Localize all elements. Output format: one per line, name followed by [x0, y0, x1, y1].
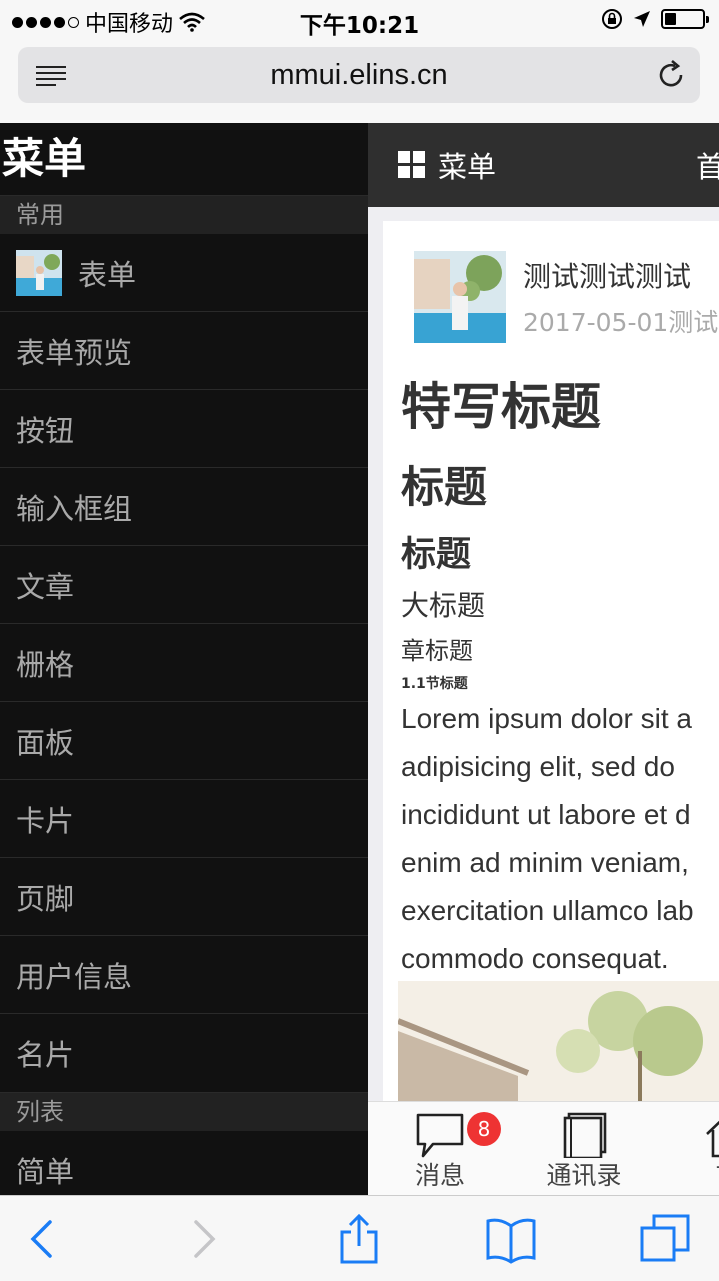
chat-bubble-icon: [416, 1113, 464, 1158]
article-photo: [398, 981, 719, 1101]
status-bar: 中国移动 下午10:21: [0, 0, 719, 40]
group-header-common: 常用: [0, 195, 368, 234]
menu-item-label: 名片: [16, 1038, 75, 1072]
menu-item-label: 简单: [16, 1154, 75, 1189]
author-name: 测试测试测试: [523, 260, 692, 293]
top-nav-bar: 菜单 首: [368, 123, 719, 207]
menu-item-label: 表单: [78, 257, 137, 292]
menu-item-form-preview[interactable]: 表单预览: [0, 312, 368, 390]
menu-item-label: 表单预览: [16, 335, 133, 370]
menu-item-simple[interactable]: 简单: [0, 1131, 368, 1195]
author-avatar-image: [414, 251, 506, 343]
menu-item-label: 输入框组: [16, 491, 133, 526]
menu-item-business-card[interactable]: 名片: [0, 1014, 368, 1092]
rotation-lock-icon: [602, 9, 622, 29]
tab-messages[interactable]: 消息 8: [380, 1102, 501, 1195]
feature-heading: 特写标题: [401, 378, 601, 436]
menu-item-label: 按钮: [16, 413, 75, 448]
heading-4: 章标题: [401, 637, 473, 665]
tab-label: 通讯录: [546, 1161, 622, 1190]
status-icons: [601, 8, 709, 30]
sidebar-title: 菜单: [2, 134, 87, 183]
menu-item-footer[interactable]: 页脚: [0, 858, 368, 936]
heading-2: 标题: [401, 535, 472, 575]
article-card: 测试测试测试 2017-05-01测试 特写标题 标题 标题 大标题 章标题 1…: [383, 221, 719, 1101]
heading-3: 大标题: [401, 589, 486, 622]
bottom-tab-bar: 消息 8 通讯录 首: [368, 1101, 719, 1195]
unread-badge: 8: [467, 1112, 501, 1146]
menu-item-user-info[interactable]: 用户信息: [0, 936, 368, 1014]
menu-item-article[interactable]: 文章: [0, 546, 368, 624]
menu-item-label: 用户信息: [16, 959, 133, 994]
group-header-list: 列表: [0, 1092, 368, 1131]
tabs-icon[interactable]: [640, 1214, 690, 1264]
menu-item-label: 文章: [16, 569, 75, 604]
grid-menu-icon[interactable]: [398, 151, 426, 179]
tab-contacts[interactable]: 通讯录: [524, 1102, 644, 1195]
back-icon[interactable]: [18, 1214, 68, 1264]
tab-label: 消息: [414, 1161, 465, 1190]
menu-item-label: 栅格: [16, 647, 75, 682]
menu-item-label: 面板: [16, 725, 75, 760]
reload-icon[interactable]: [656, 60, 686, 90]
home-title: 首: [696, 150, 719, 184]
menu-item-label: 卡片: [16, 803, 75, 838]
tab-home[interactable]: 首: [668, 1102, 719, 1195]
browser-toolbar: [0, 1195, 719, 1281]
form-thumbnail-image: [16, 249, 62, 296]
address-book-icon: [563, 1112, 607, 1158]
tab-label: 首: [668, 1156, 719, 1192]
browser-address-area: mmui.elins.cn: [0, 40, 719, 123]
heading-5: 1.1节标题: [401, 676, 468, 692]
menu-item-card[interactable]: 卡片: [0, 780, 368, 858]
menu-item-panel[interactable]: 面板: [0, 702, 368, 780]
heading-1: 标题: [401, 463, 487, 513]
menu-item-input-group[interactable]: 输入框组: [0, 468, 368, 546]
forward-icon[interactable]: [178, 1214, 228, 1264]
home-icon: [706, 1120, 719, 1158]
post-meta: 2017-05-01测试: [523, 308, 719, 337]
menu-toggle-button[interactable]: 菜单: [438, 144, 496, 186]
address-bar[interactable]: mmui.elins.cn: [18, 47, 700, 103]
location-icon: [634, 11, 650, 27]
side-menu: 菜单 常用 表单 表单预览 按钮 输入框组 文章 栅格 面板 卡片 页脚 用户信…: [0, 123, 368, 1195]
url-text[interactable]: mmui.elins.cn: [18, 59, 700, 92]
menu-item-form[interactable]: 表单: [0, 234, 368, 312]
menu-item-grid[interactable]: 栅格: [0, 624, 368, 702]
main-content: 菜单 首 测试测试测试 2017-05-01测试 特写标题 标题 标题 大标题 …: [368, 123, 719, 1195]
share-icon[interactable]: [334, 1214, 384, 1264]
menu-item-label: 页脚: [16, 881, 75, 916]
battery-icon: [661, 9, 709, 29]
bookmarks-icon[interactable]: [486, 1214, 536, 1264]
menu-item-button[interactable]: 按钮: [0, 390, 368, 468]
article-paragraph: Lorem ipsum dolor sit a adipisicing elit,…: [401, 703, 694, 974]
